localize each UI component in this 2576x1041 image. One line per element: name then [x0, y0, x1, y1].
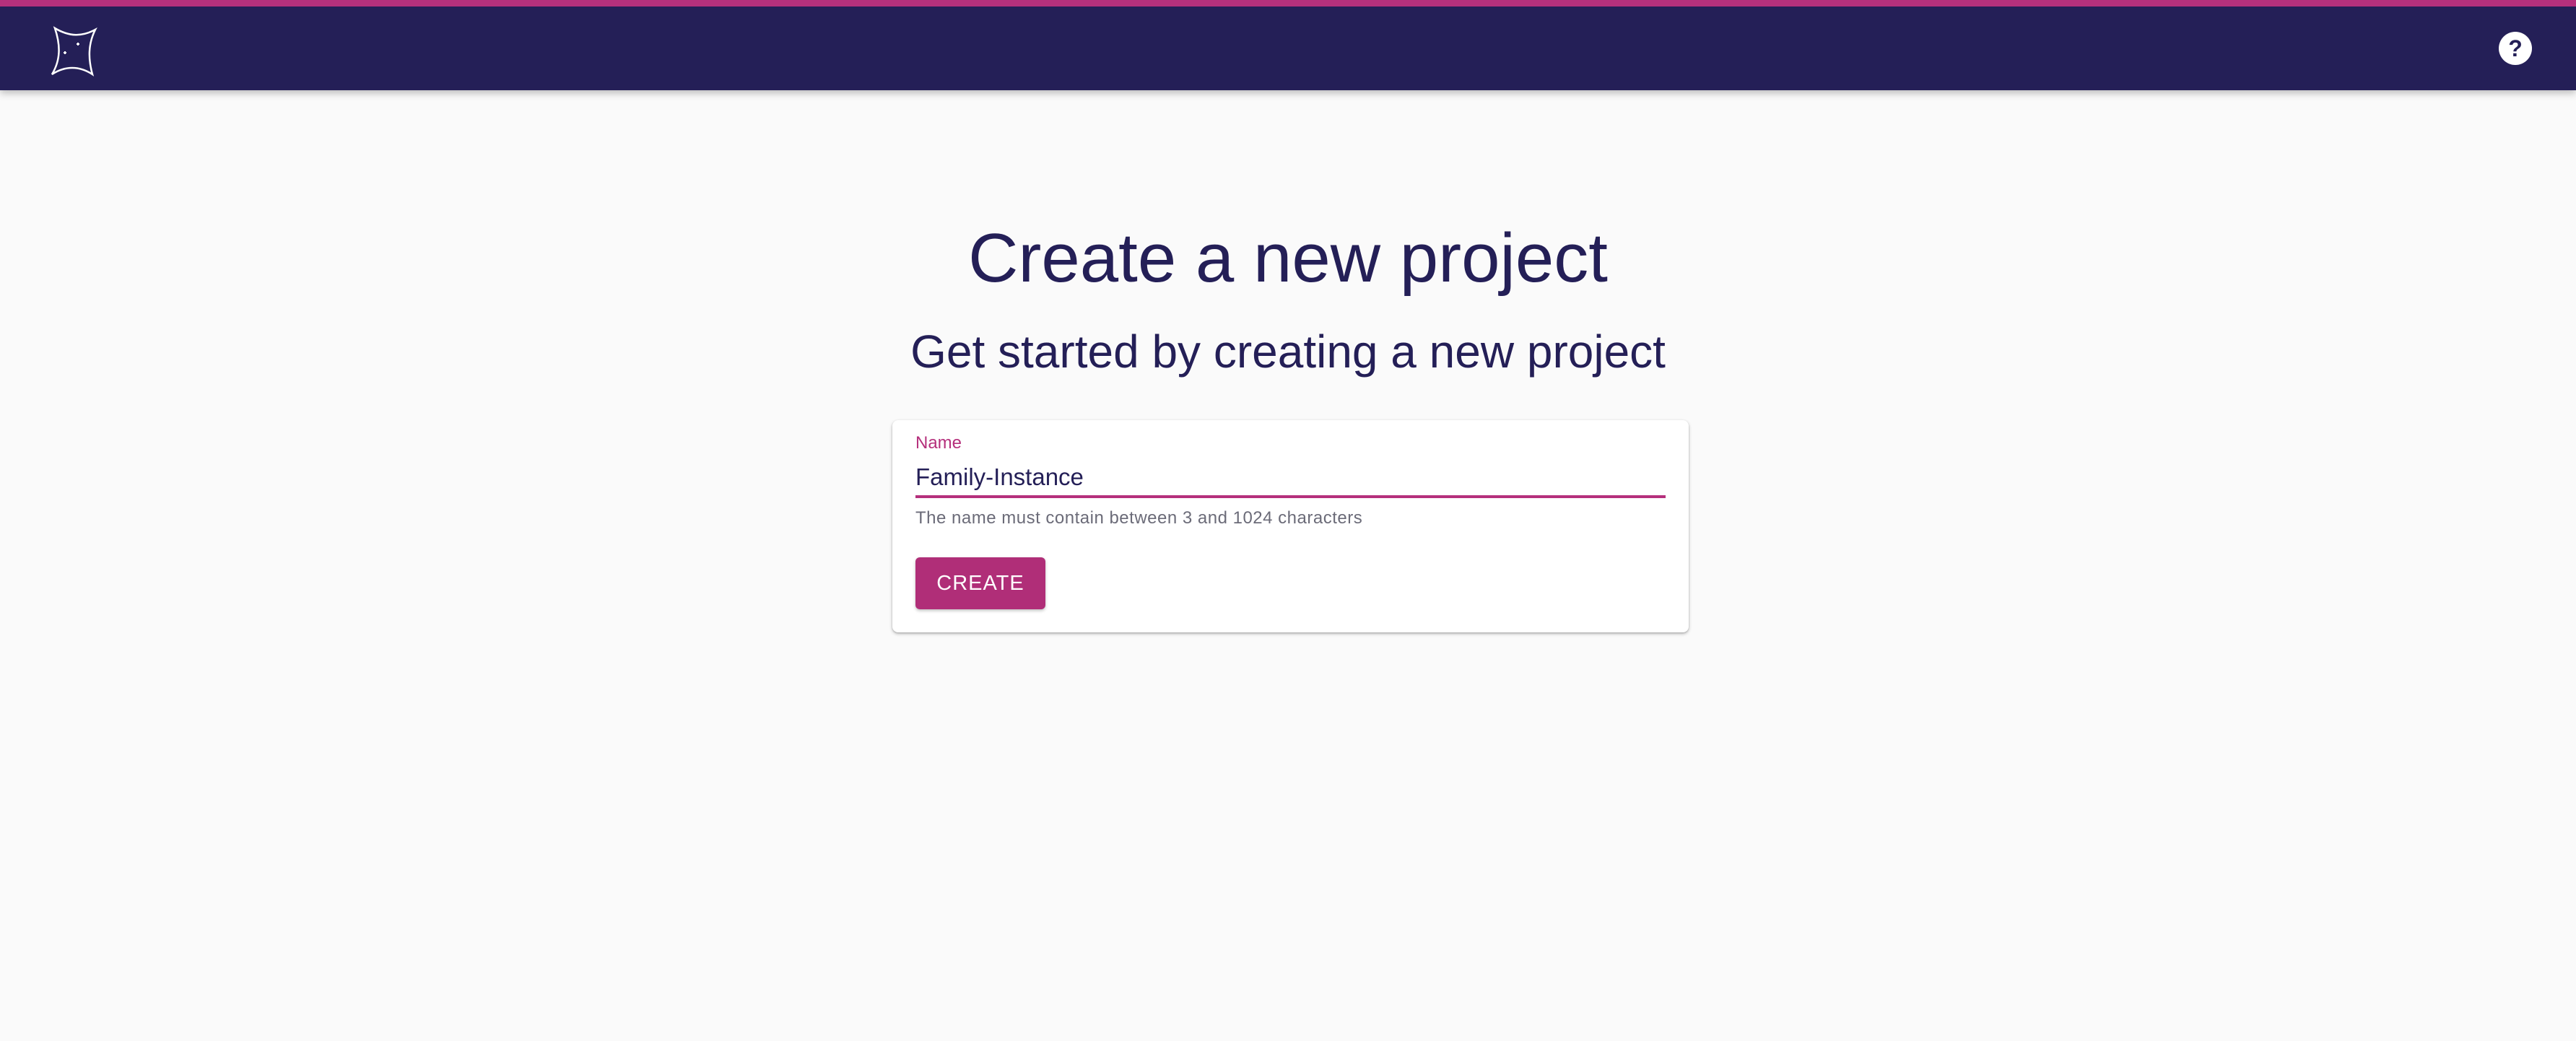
logo-icon[interactable]: [48, 24, 98, 77]
name-input[interactable]: [915, 459, 1666, 498]
create-project-card: Name The name must contain between 3 and…: [892, 420, 1689, 632]
page-title: Create a new project: [968, 219, 1608, 297]
create-button[interactable]: CREATE: [915, 557, 1045, 609]
help-icon[interactable]: ?: [2499, 32, 2532, 65]
page-subtitle: Get started by creating a new project: [910, 326, 1666, 378]
name-hint: The name must contain between 3 and 1024…: [915, 508, 1363, 528]
name-field-label: Name: [915, 433, 962, 453]
top-app-bar: ?: [0, 0, 2576, 90]
